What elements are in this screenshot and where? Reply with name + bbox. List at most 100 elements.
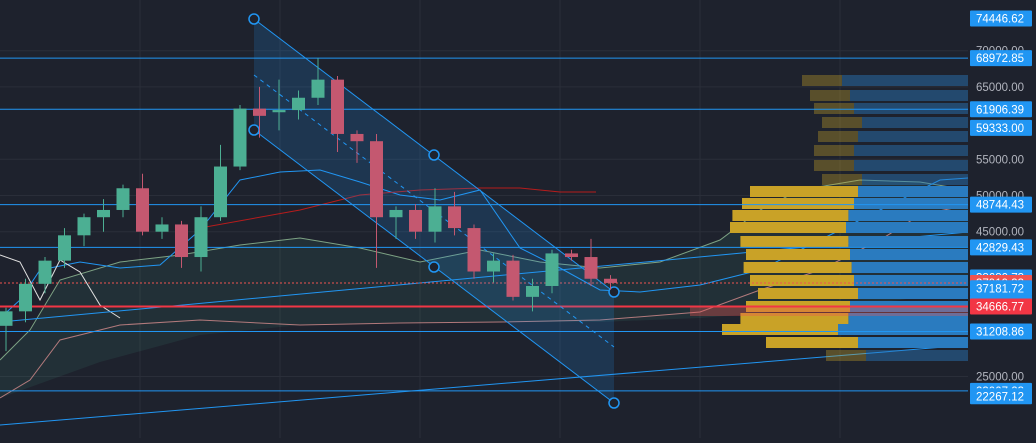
- volume-bar: [822, 174, 862, 185]
- chart-root: 74446.6270000.0068972.8565000.0061906.39…: [0, 0, 1036, 438]
- volume-bar: [814, 145, 854, 156]
- volume-bar: [866, 350, 968, 361]
- volume-bar: [802, 75, 842, 86]
- price-label-text: 22267.12: [976, 391, 1024, 403]
- candle-body: [136, 188, 149, 232]
- price-label-badge: 74446.62: [970, 10, 1032, 27]
- price-label-text: 74446.62: [976, 14, 1024, 26]
- candle-body: [155, 224, 169, 232]
- candle-body: [409, 209, 422, 232]
- candle-body: [428, 206, 442, 232]
- price-label-badge: 68972.85: [970, 50, 1032, 67]
- volume-bar: [854, 198, 968, 209]
- price-label-text: 59333.00: [976, 123, 1024, 135]
- volume-bar: [854, 103, 968, 114]
- price-label-badge: 34666.77: [970, 298, 1032, 315]
- candle-body: [311, 79, 325, 98]
- channel-handle: [428, 261, 440, 273]
- channel-handle: [248, 13, 260, 25]
- price-label-badge: 31208.86: [970, 323, 1032, 340]
- price-label-text: 34666.77: [976, 302, 1024, 314]
- volume-bar: [822, 117, 862, 128]
- candle-body: [194, 217, 208, 258]
- volume-bar: [730, 222, 846, 233]
- candle-body: [526, 285, 539, 297]
- price-label-badge: 37181.72: [970, 280, 1032, 297]
- price-label-badge: 48744.43: [970, 196, 1032, 213]
- volume-bar: [818, 131, 858, 142]
- price-label-badge: 59333.00: [970, 119, 1032, 136]
- price-label-text: 48744.43: [976, 200, 1024, 212]
- volume-bar: [858, 186, 968, 197]
- candle-body: [467, 228, 481, 272]
- price-label-text: 65000.00: [976, 82, 1024, 94]
- candle-body: [448, 206, 461, 229]
- volume-bar: [722, 324, 838, 335]
- volume-bar: [814, 103, 854, 114]
- volume-bar: [732, 210, 849, 221]
- volume-bar: [862, 117, 968, 128]
- volume-bar: [858, 337, 968, 348]
- candle-body: [253, 108, 266, 116]
- price-label-badge: 42829.43: [970, 239, 1032, 256]
- volume-bar: [743, 262, 852, 273]
- price-label-text: 45000.00: [976, 227, 1024, 239]
- volume-bar: [850, 249, 968, 260]
- channel-handle: [248, 124, 260, 136]
- volume-bar: [858, 288, 968, 299]
- price-axis-tick: 65000.00: [976, 82, 1024, 94]
- candle-body: [292, 97, 305, 111]
- volume-bar: [746, 249, 850, 260]
- candle-body: [350, 133, 364, 142]
- price-label-text: 37181.72: [976, 283, 1024, 295]
- volume-bar: [862, 174, 968, 185]
- candle-body: [116, 188, 130, 210]
- candle-body: [272, 110, 286, 113]
- volume-bar: [814, 160, 854, 171]
- candle-body: [175, 224, 188, 258]
- volume-bar: [740, 236, 849, 247]
- volume-bar: [750, 186, 858, 197]
- candle-body: [331, 79, 344, 134]
- volume-bar: [851, 262, 968, 273]
- candle-body: [19, 283, 32, 312]
- price-label-text: 42829.43: [976, 242, 1024, 254]
- price-axis-tick: 55000.00: [976, 154, 1024, 166]
- candle-body: [584, 257, 598, 279]
- volume-bar: [842, 75, 968, 86]
- candle-body: [214, 166, 227, 218]
- price-label-text: 31208.86: [976, 327, 1024, 339]
- candle-body: [38, 260, 52, 284]
- volume-bar: [858, 131, 968, 142]
- candle-body: [604, 278, 617, 283]
- price-chart[interactable]: 74446.6270000.0068972.8565000.0061906.39…: [0, 0, 1036, 438]
- candle-body: [370, 141, 383, 218]
- price-label-text: 61906.39: [976, 104, 1024, 116]
- channel-handle: [428, 149, 440, 161]
- volume-bar: [838, 324, 968, 335]
- candle-body: [0, 311, 13, 326]
- candle-body: [545, 253, 559, 286]
- price-axis-tick: 25000.00: [976, 371, 1024, 383]
- volume-bar: [766, 337, 858, 348]
- volume-bar: [750, 275, 854, 286]
- volume-bar: [854, 275, 968, 286]
- volume-bar: [848, 210, 968, 221]
- volume-bar: [742, 198, 854, 209]
- channel-handle: [608, 397, 620, 409]
- candle-body: [506, 260, 520, 297]
- volume-bar: [846, 222, 968, 233]
- candle-body: [77, 217, 91, 236]
- candle-body: [389, 209, 403, 218]
- candle-body: [233, 108, 247, 167]
- price-label-text: 25000.00: [976, 371, 1024, 383]
- volume-bar: [826, 350, 866, 361]
- price-label-text: 68972.85: [976, 53, 1024, 65]
- volume-bar: [848, 236, 968, 247]
- volume-bar: [810, 90, 850, 101]
- candle-body: [565, 253, 578, 258]
- price-label-badge: 61906.39: [970, 101, 1032, 118]
- volume-bar: [854, 145, 968, 156]
- candle-body: [487, 260, 500, 272]
- price-label-text: 55000.00: [976, 154, 1024, 166]
